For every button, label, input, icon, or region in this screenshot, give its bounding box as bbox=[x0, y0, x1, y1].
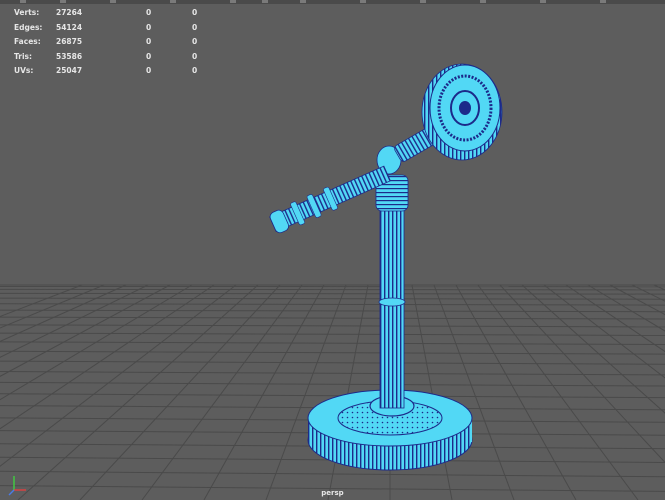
grid-line bbox=[653, 284, 665, 291]
grid-line bbox=[0, 297, 665, 300]
hud-selected: 0 bbox=[146, 37, 152, 46]
grid-line bbox=[0, 393, 665, 399]
grid-line bbox=[0, 316, 665, 320]
toolbar-tick bbox=[262, 0, 268, 3]
grid-line bbox=[521, 284, 665, 414]
hud-label: Faces: bbox=[14, 37, 41, 46]
grid-line bbox=[0, 381, 665, 387]
hud-uv: 0 bbox=[192, 51, 198, 61]
hud-selected: 0 bbox=[146, 66, 152, 75]
hud-row-edges: Edges: 54124 0 0 bbox=[14, 21, 212, 36]
hud-row-uvs: UVs: 25047 0 0 bbox=[14, 64, 212, 79]
toolbar-tick bbox=[230, 0, 236, 3]
hud-label: Edges: bbox=[14, 22, 43, 32]
hud-selected: 0 bbox=[146, 22, 152, 32]
hud-selected: 0 bbox=[146, 8, 152, 17]
hud-label: Tris: bbox=[14, 51, 33, 61]
grid-line bbox=[631, 284, 665, 302]
grid-line bbox=[0, 324, 665, 328]
hud-row-faces: Faces: 26875 0 0 bbox=[14, 35, 212, 50]
hud-value: 25047 bbox=[56, 66, 83, 75]
hud-uv: 0 bbox=[192, 8, 198, 17]
grid-line bbox=[0, 341, 665, 345]
grid-line bbox=[0, 309, 665, 313]
grid-line bbox=[565, 284, 665, 353]
grid-line bbox=[0, 350, 665, 355]
hud-selected: 0 bbox=[146, 51, 152, 61]
poly-count-hud: Verts: 27264 0 0 Edges: 54124 0 0 Faces:… bbox=[14, 6, 212, 79]
boom-arm bbox=[269, 165, 391, 234]
ground-grid bbox=[0, 284, 665, 500]
toolbar-tick bbox=[20, 0, 26, 3]
hud-uv: 0 bbox=[192, 66, 198, 75]
toolbar-tick bbox=[420, 0, 426, 3]
hud-row-verts: Verts: 27264 0 0 bbox=[14, 6, 212, 21]
grid-line bbox=[0, 371, 665, 376]
hud-uv: 0 bbox=[192, 22, 198, 32]
grid-line bbox=[543, 284, 665, 379]
hud-value: 26875 bbox=[56, 37, 83, 46]
grid-line bbox=[0, 332, 665, 336]
microphone-stand-wireframe[interactable] bbox=[268, 63, 503, 471]
hud-value: 54124 bbox=[56, 22, 83, 32]
pole-ring bbox=[378, 297, 406, 307]
grid-line bbox=[0, 292, 665, 295]
hud-label: UVs: bbox=[14, 66, 34, 75]
camera-name-label: persp bbox=[321, 489, 344, 497]
grid-line bbox=[0, 288, 665, 291]
toolbar-tick bbox=[300, 0, 306, 3]
hud-label: Verts: bbox=[14, 8, 40, 17]
toolbar-tick bbox=[110, 0, 116, 3]
toolbar-tick bbox=[540, 0, 546, 3]
toolbar-tick bbox=[480, 0, 486, 3]
hud-uv: 0 bbox=[192, 37, 198, 46]
toolbar-strip bbox=[0, 0, 665, 4]
hud-row-tris: Tris: 53586 0 0 bbox=[14, 50, 212, 65]
toolbar-tick bbox=[600, 0, 606, 3]
stand-pole bbox=[379, 207, 405, 409]
toolbar-tick bbox=[360, 0, 366, 3]
grid-line bbox=[499, 284, 665, 464]
grid-line bbox=[609, 284, 665, 316]
hud-value: 53586 bbox=[56, 51, 83, 61]
mic-center bbox=[459, 101, 471, 115]
toolbar-tick bbox=[60, 0, 66, 3]
hud-value: 27264 bbox=[56, 8, 83, 17]
grid-line bbox=[0, 303, 665, 306]
toolbar-tick bbox=[170, 0, 176, 3]
